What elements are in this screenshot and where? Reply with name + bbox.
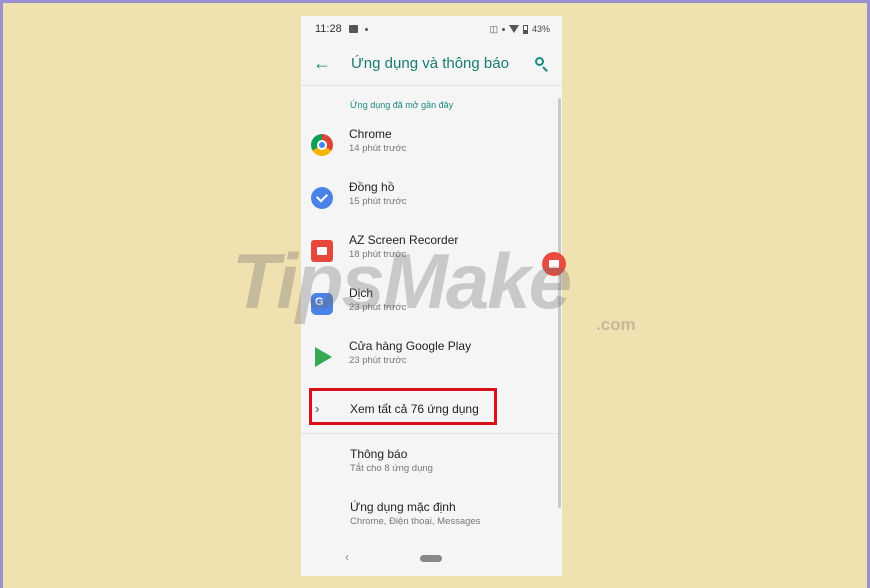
app-item-chrome[interactable]: Chrome 14 phút trước <box>301 119 562 172</box>
chevron-right-icon: › <box>315 401 320 416</box>
screen-recorder-icon <box>311 240 333 262</box>
page-title: Ứng dụng và thông báo <box>351 55 509 72</box>
app-name: AZ Screen Recorder <box>349 233 459 247</box>
vibrate-icon: ◫ <box>489 23 498 34</box>
navigation-bar: ‹ <box>301 540 562 576</box>
setting-title: Ứng dụng mặc định <box>350 499 456 514</box>
wifi-icon <box>508 25 519 33</box>
gallery-notification-icon <box>348 25 358 33</box>
phone-screen: 11:28 ◫ 43% ← Ứng dụng và thông báo Ứng … <box>301 16 562 576</box>
battery-icon <box>522 24 528 34</box>
nav-home-icon[interactable] <box>420 555 442 562</box>
scrollbar[interactable] <box>558 98 561 508</box>
search-icon[interactable] <box>534 56 550 72</box>
status-time: 11:28 <box>315 23 342 35</box>
app-name: Chrome <box>349 127 392 141</box>
setting-subtitle: Tắt cho 8 ứng dụng <box>350 462 433 474</box>
play-store-icon <box>315 347 332 367</box>
setting-title: Thông báo <box>350 446 408 461</box>
clock-icon <box>311 187 333 209</box>
app-name: Đồng hồ <box>349 180 395 194</box>
notification-dot-icon <box>364 27 368 31</box>
nav-back-icon[interactable]: ‹ <box>345 550 349 564</box>
status-dot-icon <box>501 27 505 31</box>
app-last-opened: 18 phút trước <box>349 249 407 260</box>
app-last-opened: 23 phút trước <box>349 355 407 366</box>
app-item-translate[interactable]: Dịch 23 phút trước <box>301 278 562 331</box>
app-item-google-play[interactable]: Cửa hàng Google Play 23 phút trước <box>301 331 562 384</box>
see-all-apps-button[interactable]: › Xem tất cả 76 ứng dụng <box>301 384 562 434</box>
floating-recorder-icon[interactable] <box>542 252 566 276</box>
translate-icon <box>311 293 333 315</box>
arrow-left-icon[interactable]: ← <box>313 53 351 74</box>
notifications-setting[interactable]: Thông báo Tắt cho 8 ứng dụng <box>301 434 562 487</box>
app-name: Cửa hàng Google Play <box>349 339 472 353</box>
app-bar: ← Ứng dụng và thông báo <box>301 42 562 86</box>
app-last-opened: 23 phút trước <box>349 302 407 313</box>
app-last-opened: 14 phút trước <box>349 143 407 154</box>
chrome-icon <box>311 134 333 156</box>
setting-subtitle: Chrome, Điện thoại, Messages <box>350 515 481 527</box>
default-apps-setting[interactable]: Ứng dụng mặc định Chrome, Điện thoại, Me… <box>301 487 562 540</box>
app-item-az-screen-recorder[interactable]: AZ Screen Recorder 18 phút trước <box>301 225 562 278</box>
app-item-clock[interactable]: Đồng hồ 15 phút trước <box>301 172 562 225</box>
recent-apps-header: Ứng dụng đã mở gần đây <box>350 100 454 110</box>
battery-percent: 43% <box>531 24 550 34</box>
status-bar: 11:28 ◫ 43% <box>301 16 562 42</box>
see-all-apps-label: Xem tất cả 76 ứng dụng <box>350 401 479 416</box>
app-last-opened: 15 phút trước <box>349 196 407 207</box>
app-name: Dịch <box>349 286 374 300</box>
